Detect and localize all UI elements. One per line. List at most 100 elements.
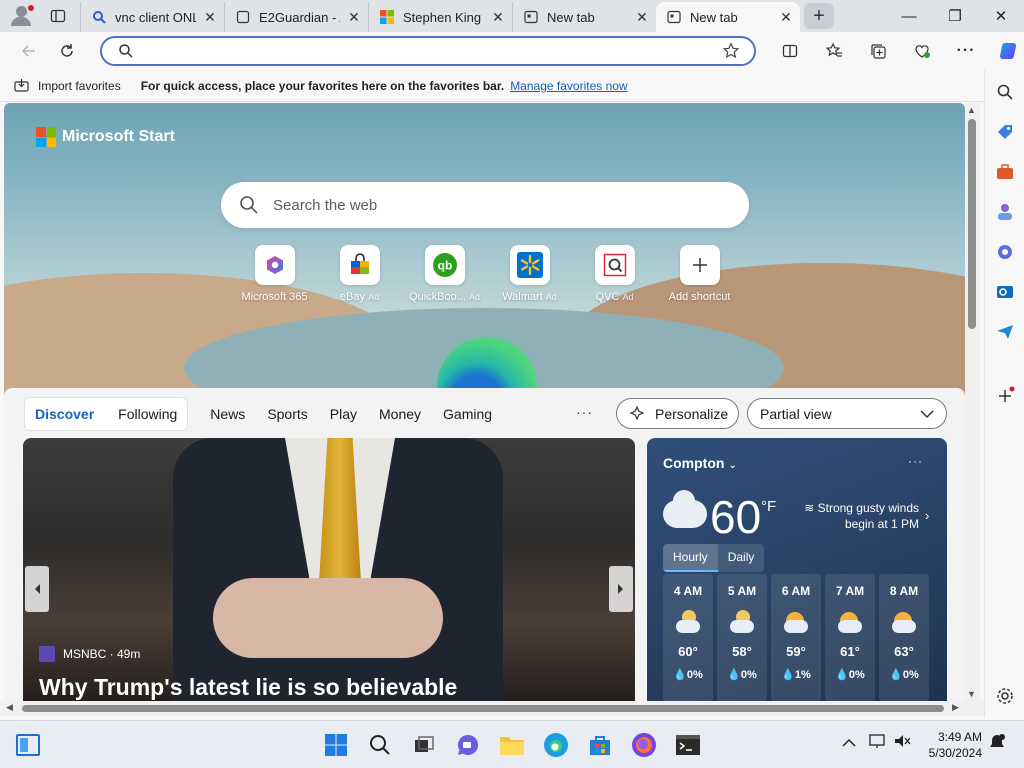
copilot-icon	[1000, 43, 1016, 59]
chevron-right-icon[interactable]: ›	[925, 508, 929, 523]
story-headline[interactable]: Why Trump's latest lie is so believable	[39, 674, 457, 701]
scroll-down-arrow-icon[interactable]: ▼	[967, 689, 976, 699]
sidebar-settings-button[interactable]	[993, 684, 1017, 708]
scroll-up-arrow-icon[interactable]: ▲	[967, 105, 976, 115]
tab-stephen-king[interactable]: Stephen King I ✕	[368, 2, 512, 32]
store-icon	[590, 736, 610, 755]
profile-button[interactable]	[0, 0, 36, 32]
tab-hourly[interactable]: Hourly	[663, 544, 718, 572]
tab-new-tab[interactable]: New tab ✕	[512, 2, 656, 32]
sidebar-m365-button[interactable]	[993, 240, 1017, 264]
personalize-button[interactable]: Personalize	[616, 398, 739, 429]
widgets-button[interactable]	[14, 731, 42, 759]
carousel-next-button[interactable]	[609, 566, 633, 612]
tab-sports[interactable]: Sports	[267, 406, 307, 422]
manage-favorites-link[interactable]: Manage favorites now	[510, 79, 627, 93]
shortcut-quickbooks[interactable]: qb QuickBoo... Ad	[402, 245, 487, 303]
address-bar[interactable]	[100, 36, 756, 66]
tab-new-tab-active[interactable]: New tab ✕	[656, 2, 800, 32]
sidebar-tools-button[interactable]	[993, 160, 1017, 184]
tab-play[interactable]: Play	[330, 406, 357, 422]
tab-close-icon[interactable]: ✕	[634, 9, 650, 26]
system-clock[interactable]: 3:49 AM 5/30/2024	[929, 729, 982, 761]
web-search-input[interactable]	[273, 196, 749, 214]
toolbar-buttons: ···	[768, 32, 1024, 70]
vertical-scroll-thumb[interactable]	[968, 119, 976, 329]
tab-close-icon[interactable]: ✕	[490, 9, 506, 26]
terminal-icon	[676, 735, 700, 755]
tab-close-icon[interactable]: ✕	[202, 9, 218, 26]
horizontal-scroll-thumb[interactable]	[22, 705, 944, 712]
shortcut-microsoft365[interactable]: Microsoft 365	[232, 245, 317, 303]
tab-gaming[interactable]: Gaming	[443, 406, 492, 422]
news-feed: Discover Following News Sports Play Mone…	[4, 388, 965, 701]
hero-story-card[interactable]: MSNBC · 49m Why Trump's latest lie is so…	[23, 438, 635, 701]
sidebar-drop-button[interactable]	[993, 320, 1017, 344]
tab-e2guardian[interactable]: E2Guardian - A ✕	[224, 2, 368, 32]
import-favorites-button[interactable]: Import favorites	[14, 78, 121, 93]
shortcut-label: Walmart	[502, 291, 543, 303]
chat-button[interactable]	[454, 731, 482, 759]
sidebar-shopping-button[interactable]	[993, 120, 1017, 144]
weather-unit: °F	[761, 498, 777, 515]
firefox-button[interactable]	[630, 731, 658, 759]
split-screen-button[interactable]	[768, 35, 812, 67]
sidebar-games-button[interactable]	[993, 200, 1017, 224]
tab-following[interactable]: Following	[118, 406, 177, 422]
task-view-button[interactable]	[410, 731, 438, 759]
sidebar-search-button[interactable]	[993, 80, 1017, 104]
feed-more-button[interactable]: ···	[576, 404, 593, 420]
web-search-box[interactable]	[221, 182, 749, 228]
tab-close-icon[interactable]: ✕	[346, 9, 362, 26]
horizontal-scrollbar[interactable]: ◀ ▶	[0, 701, 984, 716]
tab-discover[interactable]: Discover	[35, 406, 94, 422]
network-button[interactable]	[868, 733, 886, 752]
tab-daily[interactable]: Daily	[717, 544, 765, 572]
scroll-right-arrow-icon[interactable]: ▶	[952, 702, 959, 713]
shortcut-walmart[interactable]: Walmart Ad	[487, 245, 572, 303]
refresh-button[interactable]	[50, 35, 84, 67]
vertical-scrollbar[interactable]: ▲ ▼	[965, 103, 980, 701]
favorites-hint: For quick access, place your favorites h…	[140, 78, 505, 93]
shortcut-qvc[interactable]: QVC Ad	[572, 245, 657, 303]
file-explorer-button[interactable]	[498, 731, 526, 759]
weather-more-button[interactable]: ···	[908, 454, 923, 468]
close-window-button[interactable]: ✕	[978, 0, 1024, 32]
collections-button[interactable]	[856, 35, 900, 67]
microsoft-start-logo[interactable]: Microsoft Start	[36, 127, 175, 147]
toolbar: ···	[0, 32, 1024, 70]
shortcut-add[interactable]: Add shortcut	[657, 245, 742, 303]
tab-vnc[interactable]: vnc client ONL ✕	[80, 2, 224, 32]
store-button[interactable]	[586, 731, 614, 759]
maximize-button[interactable]: ❐	[932, 0, 978, 32]
favorites-button[interactable]	[812, 35, 856, 67]
minimize-button[interactable]: —	[886, 0, 932, 32]
terminal-button[interactable]	[674, 731, 702, 759]
edge-button[interactable]	[542, 731, 570, 759]
ad-badge: Ad	[468, 292, 480, 302]
volume-button[interactable]	[893, 733, 911, 752]
scroll-left-arrow-icon[interactable]: ◀	[6, 702, 13, 713]
weather-card[interactable]: Compton ⌄ ··· 60 °F ≋ Strong gusty winds…	[647, 438, 947, 701]
weather-location[interactable]: Compton ⌄	[663, 455, 737, 471]
search-button[interactable]	[366, 731, 394, 759]
address-input[interactable]	[140, 39, 722, 63]
tray-overflow-button[interactable]	[842, 735, 856, 751]
new-tab-button[interactable]: +	[804, 3, 834, 29]
sidebar-outlook-button[interactable]	[993, 280, 1017, 304]
tab-news[interactable]: News	[210, 406, 245, 422]
carousel-prev-button[interactable]	[25, 566, 49, 612]
sidebar-add-button[interactable]	[993, 384, 1017, 408]
start-button[interactable]	[322, 731, 350, 759]
back-button[interactable]	[12, 35, 46, 67]
copilot-button[interactable]	[988, 35, 1024, 67]
favorite-star-icon[interactable]	[722, 42, 740, 60]
tab-close-icon[interactable]: ✕	[778, 9, 794, 26]
shortcut-ebay[interactable]: eBay Ad	[317, 245, 402, 303]
notifications-button[interactable]	[988, 733, 1006, 754]
tab-actions-button[interactable]	[36, 0, 80, 32]
tab-money[interactable]: Money	[379, 406, 421, 422]
settings-more-button[interactable]: ···	[944, 35, 988, 67]
layout-select[interactable]: Partial view	[747, 398, 947, 429]
browser-essentials-button[interactable]	[900, 35, 944, 67]
